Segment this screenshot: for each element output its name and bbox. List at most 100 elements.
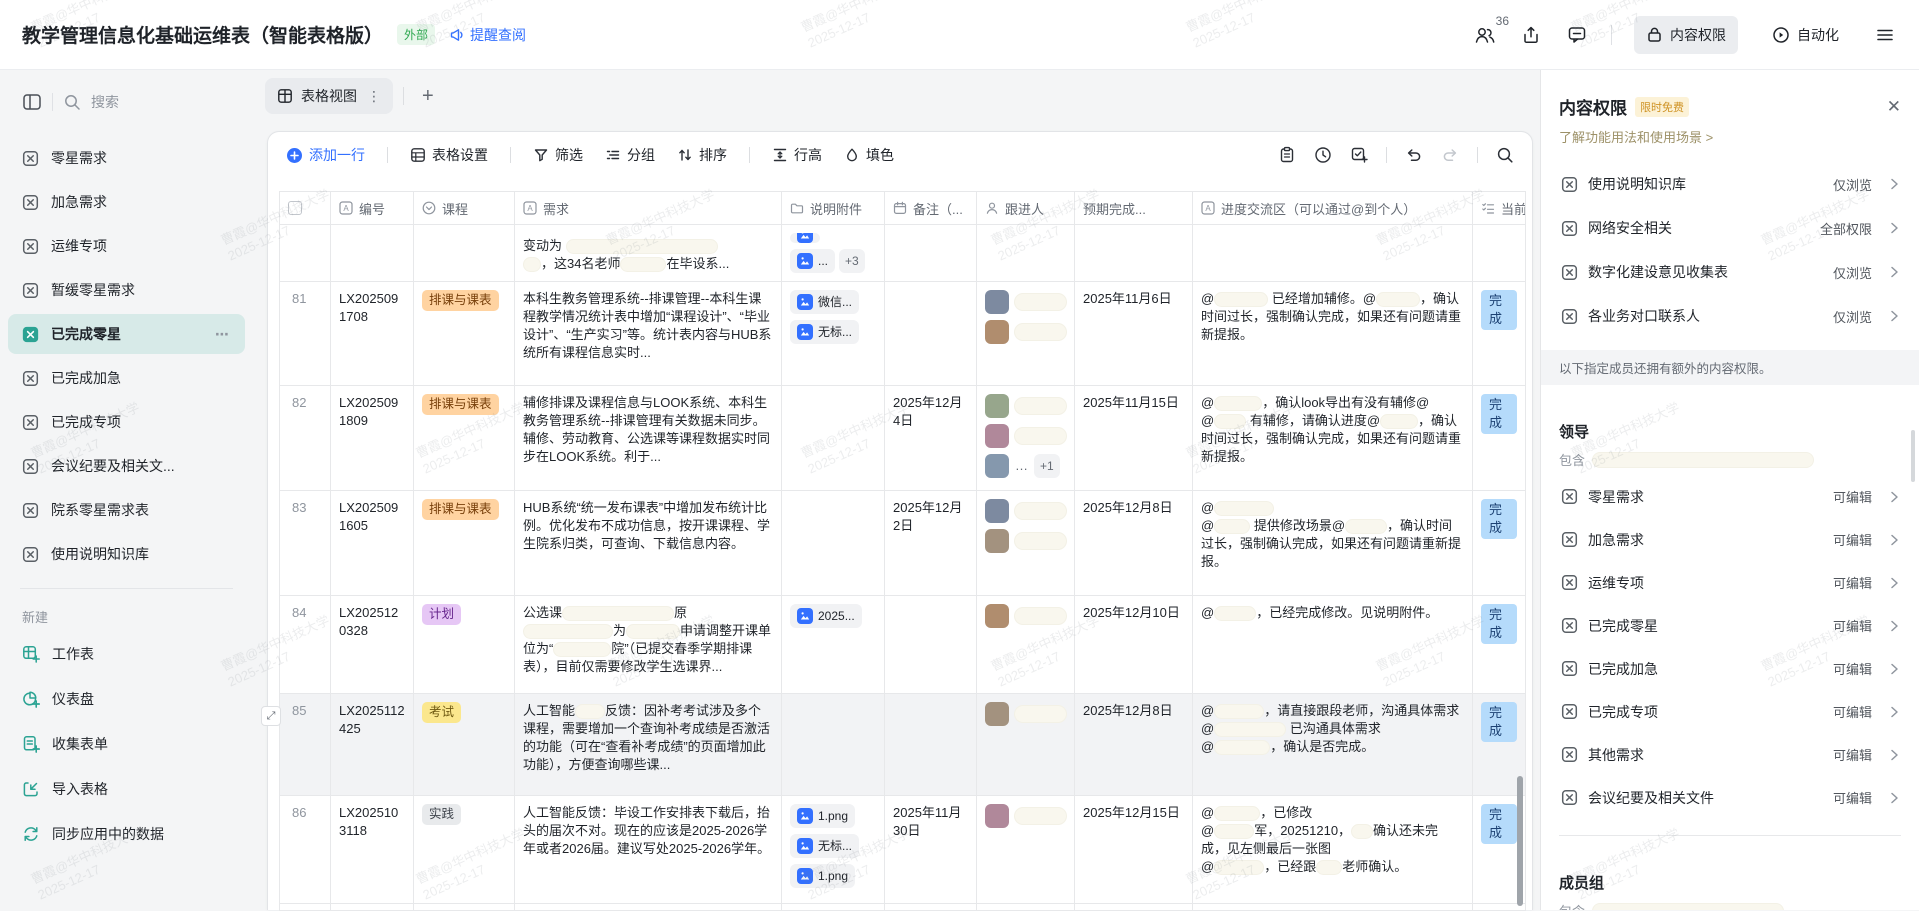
cell-course[interactable]: 排课与课表	[414, 282, 515, 385]
cell-course[interactable]	[414, 225, 515, 281]
cell-row-number[interactable]: 82	[279, 386, 331, 490]
sidebar-item[interactable]: 零星需求	[8, 138, 245, 178]
cell-demand[interactable]: 人工智能反馈：毕设工作安排表下载后，抬头的届次不对。现在的应该是2025-202…	[515, 796, 782, 903]
attachment-chip[interactable]: 1.png	[790, 864, 855, 888]
comment-button[interactable]	[1565, 23, 1589, 47]
paste-button[interactable]	[1278, 146, 1296, 164]
table-row[interactable]: 变动为 ，这34名老师在毕设系......+3	[279, 225, 1526, 282]
cell-status[interactable]: 完成	[1473, 596, 1526, 693]
cell-due-date[interactable]: 2025年12月15日	[1075, 796, 1193, 903]
attachment-chip[interactable]: 无标...	[790, 834, 859, 858]
permission-item[interactable]: 加急需求 可编辑	[1559, 518, 1901, 561]
cell-row-number[interactable]	[279, 225, 331, 281]
cell-attachments[interactable]: 2025...	[782, 596, 885, 693]
search-input[interactable]: 搜索	[91, 92, 119, 112]
sidebar-new-import[interactable]: 导入表格	[8, 768, 245, 810]
sidebar-item[interactable]: 会议纪要及相关文...	[8, 446, 245, 486]
cell-progress[interactable]: @，确认look导出有没有辅修@ @ 有辅修，请确认进度@，确认时间过长，强制确…	[1193, 386, 1473, 490]
cell-row-number[interactable]: 84	[279, 596, 331, 693]
tab-table-view[interactable]: 表格视图 ⋮	[265, 78, 393, 114]
cell-progress[interactable]: @ @ 提供修改场景@，确认时间过长，强制确认完成，如果还有问题请重新提报。	[1193, 491, 1473, 595]
cell-id[interactable]: LX2025103118	[331, 796, 414, 903]
sidebar-item[interactable]: 使用说明知识库	[8, 534, 245, 574]
table-row[interactable]: 84LX2025120328计划公选课原为申请调整开课单位为“院”（已提交春季学…	[279, 596, 1526, 694]
cell-followers[interactable]: …+1	[977, 386, 1075, 490]
cell-followers[interactable]	[977, 491, 1075, 595]
panel-scrollbar[interactable]	[1911, 430, 1915, 482]
table-scrollbar[interactable]	[1517, 776, 1523, 906]
attachment-more-chip[interactable]: +3	[839, 249, 865, 273]
cell-followers[interactable]	[977, 596, 1075, 693]
content-permission-button[interactable]: 内容权限	[1634, 16, 1738, 54]
permission-item[interactable]: 其他需求 可编辑	[1559, 733, 1901, 776]
panel-toggle-icon[interactable]	[22, 92, 42, 112]
cell-attachments[interactable]: 1.png无标...1.png	[782, 796, 885, 903]
cell-attachments[interactable]	[782, 491, 885, 595]
group-button[interactable]: 分组	[605, 145, 655, 165]
cell-due-date[interactable]: 2025年12月8日	[1075, 491, 1193, 595]
cell-progress[interactable]: @，已经完成修改。见说明附件。	[1193, 596, 1473, 693]
cell-note[interactable]: 2025年12月4日	[885, 386, 977, 490]
sidebar-item[interactable]: 暂缓零星需求	[8, 270, 245, 310]
attachment-chip[interactable]: 无标...	[790, 320, 859, 344]
add-view-button[interactable]: +	[414, 85, 442, 108]
sidebar-item[interactable]: 运维专项	[8, 226, 245, 266]
cell-attachments[interactable]	[782, 694, 885, 795]
cell-progress[interactable]: @，请直接跟段老师，沟通具体需求 @ 已沟通具体需求 @，确认是否完成。	[1193, 694, 1473, 795]
permission-item[interactable]: 已完成专项 可编辑	[1559, 690, 1901, 733]
fill-color-button[interactable]: 填色	[844, 145, 894, 165]
cell-demand[interactable]: HUB系统“统一发布课表”中增加发布统计比例。优化发布不成功信息，按开课课程、学…	[515, 491, 782, 595]
cell-attachments[interactable]: ...+3	[782, 225, 885, 281]
cell-demand[interactable]: 公选课原为申请调整开课单位为“院”（已提交春季学期排课表），目前仅需要修改学生选…	[515, 596, 782, 693]
sidebar-item[interactable]: 加急需求	[8, 182, 245, 222]
permission-item[interactable]: 已完成加急 可编辑	[1559, 647, 1901, 690]
automation-button[interactable]: 自动化	[1760, 16, 1851, 54]
cell-id[interactable]: LX2025091605	[331, 491, 414, 595]
cell-status[interactable]: 完成	[1473, 386, 1526, 490]
redo-button[interactable]	[1441, 146, 1459, 164]
cell-id[interactable]: LX2025091809	[331, 386, 414, 490]
table-row[interactable]: 85LX2025112425考试人工智能反馈：因补考考试涉及多个课程，需要增加一…	[279, 694, 1526, 796]
cell-id[interactable]	[331, 225, 414, 281]
column-header-progress[interactable]: A进度交流区（可以通过@到个人）	[1193, 192, 1473, 224]
cell-note[interactable]	[885, 596, 977, 693]
cell-progress[interactable]	[1193, 225, 1473, 281]
table-row[interactable]: 83LX2025091605排课与课表HUB系统“统一发布课表”中增加发布统计比…	[279, 491, 1526, 596]
remind-review-link[interactable]: 提醒查阅	[449, 25, 526, 45]
table-settings-button[interactable]: 表格设置	[410, 145, 488, 165]
cell-progress[interactable]: @，已修改 @军，20251210，确认还未完成，见左侧最后一张图 @，已经跟老…	[1193, 796, 1473, 903]
cell-demand[interactable]: 辅修排课及课程信息与LOOK系统、本科生教务管理系统--排课管理有关数据未同步。…	[515, 386, 782, 490]
cell-due-date[interactable]	[1075, 225, 1193, 281]
column-header-status[interactable]: 当前	[1473, 192, 1526, 224]
cell-followers[interactable]	[977, 796, 1075, 903]
sort-button[interactable]: 排序	[677, 145, 727, 165]
table-row[interactable]: 81LX2025091708排课与课表本科生教务管理系统--排课管理--本科生课…	[279, 282, 1526, 386]
add-row-button[interactable]: 添加一行	[286, 145, 365, 165]
cell-row-number[interactable]: 81	[279, 282, 331, 385]
cell-progress[interactable]: @ 已经增加辅修。@，确认时间过长，强制确认完成，如果还有问题请重新提报。	[1193, 282, 1473, 385]
sidebar-new-form-add[interactable]: 收集表单	[8, 723, 245, 765]
select-all-checkbox[interactable]	[288, 201, 302, 215]
cell-course[interactable]: 实践	[414, 796, 515, 903]
permission-item[interactable]: 数字化建设意见收集表 仅浏览	[1559, 250, 1901, 294]
form-add-button[interactable]	[1350, 146, 1368, 164]
cell-note[interactable]	[885, 282, 977, 385]
sidebar-new-table-add[interactable]: 工作表	[8, 633, 245, 675]
cell-course[interactable]: 排课与课表	[414, 491, 515, 595]
view-menu-icon[interactable]: ⋮	[365, 88, 383, 105]
table-row[interactable]: 86LX2025103118实践人工智能反馈：毕设工作安排表下载后，抬头的届次不…	[279, 796, 1526, 904]
permission-item[interactable]: 使用说明知识库 仅浏览	[1559, 162, 1901, 206]
cell-due-date[interactable]: 2025年11月15日	[1075, 386, 1193, 490]
table-search-button[interactable]	[1496, 146, 1514, 164]
sidebar-new-dash-add[interactable]: 仪表盘	[8, 678, 245, 720]
permission-item[interactable]: 各业务对口联系人 仅浏览	[1559, 294, 1901, 338]
column-header-course[interactable]: 课程	[414, 192, 515, 224]
cell-attachments[interactable]: 微信...无标...	[782, 282, 885, 385]
cell-note[interactable]: 2025年11月30日	[885, 796, 977, 903]
column-header-demand[interactable]: A需求	[515, 192, 782, 224]
cell-demand[interactable]: 人工智能反馈：因补考考试涉及多个课程，需要增加一个查询补考成绩是否激活的功能（可…	[515, 694, 782, 795]
cell-status[interactable]: 完成	[1473, 282, 1526, 385]
cell-demand[interactable]: 变动为 ，这34名老师在毕设系...	[515, 225, 782, 281]
sidebar-item[interactable]: 已完成加急	[8, 358, 245, 398]
cell-id[interactable]: LX2025091708	[331, 282, 414, 385]
